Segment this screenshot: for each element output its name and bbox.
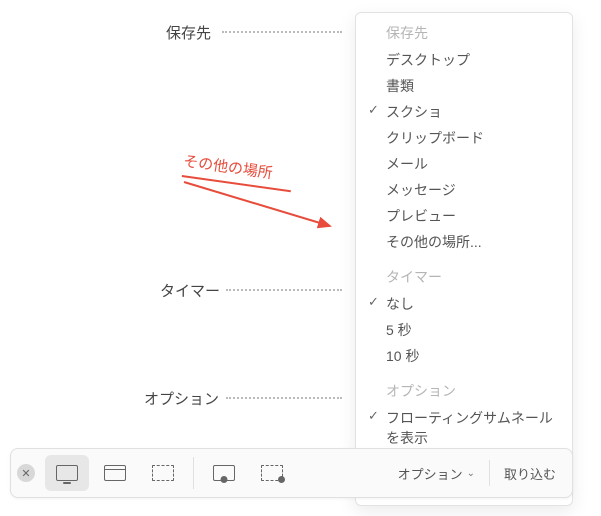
menu-item-timer-10s[interactable]: 10 秒 [356, 343, 572, 369]
record-selection-button[interactable] [250, 455, 294, 491]
menu-header-timer: タイマー [356, 263, 572, 291]
capture-window-button[interactable] [93, 455, 137, 491]
capture-button[interactable]: 取り込む [494, 458, 566, 489]
screenshot-toolbar: ✕ オプション ⌄ 取り込む [10, 448, 573, 498]
menu-item-other-location[interactable]: その他の場所... [356, 229, 572, 255]
menu-item-desktop[interactable]: デスクトップ [356, 47, 572, 73]
options-dropdown-button[interactable]: オプション ⌄ [388, 458, 485, 489]
close-icon: ✕ [21, 467, 30, 480]
capture-label: 取り込む [504, 464, 556, 483]
menu-header-options: オプション [356, 377, 572, 405]
menu-item-label: なし [386, 296, 414, 312]
label-timer: タイマー [160, 280, 220, 301]
record-screen-icon [213, 465, 235, 481]
menu-item-timer-5s[interactable]: 5 秒 [356, 317, 572, 343]
check-icon: ✓ [368, 294, 379, 310]
menu-header-save-to: 保存先 [356, 19, 572, 47]
dotted-connector [226, 289, 342, 291]
toolbar-separator [193, 457, 194, 489]
label-options: オプション [144, 388, 219, 409]
selection-icon [152, 465, 174, 481]
menu-divider [356, 255, 572, 263]
menu-item-mail[interactable]: メール [356, 151, 572, 177]
capture-entire-screen-button[interactable] [45, 455, 89, 491]
menu-item-clipboard[interactable]: クリップボード [356, 125, 572, 151]
options-menu: 保存先 デスクトップ 書類 ✓ スクショ クリップボード メール メッセージ プ… [355, 12, 573, 506]
close-button[interactable]: ✕ [17, 464, 35, 482]
label-save-to: 保存先 [166, 22, 211, 43]
menu-item-screenshots[interactable]: ✓ スクショ [356, 99, 572, 125]
menu-item-timer-none[interactable]: ✓ なし [356, 291, 572, 317]
menu-item-floating-thumbnail[interactable]: ✓ フローティングサムネールを表示 [356, 405, 572, 451]
screen-icon [56, 465, 78, 481]
chevron-down-icon: ⌄ [467, 468, 475, 479]
menu-item-documents[interactable]: 書類 [356, 73, 572, 99]
toolbar-separator [489, 460, 490, 486]
check-icon: ✓ [368, 408, 379, 424]
menu-item-preview[interactable]: プレビュー [356, 203, 572, 229]
menu-item-messages[interactable]: メッセージ [356, 177, 572, 203]
check-icon: ✓ [368, 102, 379, 118]
dotted-connector [226, 397, 342, 399]
menu-item-label: スクショ [386, 104, 442, 120]
record-entire-screen-button[interactable] [202, 455, 246, 491]
menu-item-label: フローティングサムネールを表示 [386, 410, 553, 446]
window-icon [104, 465, 126, 481]
record-selection-icon [261, 465, 283, 481]
options-label: オプション [398, 464, 463, 483]
arrow-icon [180, 178, 340, 248]
dotted-connector [222, 31, 342, 33]
capture-selection-button[interactable] [141, 455, 185, 491]
menu-divider [356, 369, 572, 377]
